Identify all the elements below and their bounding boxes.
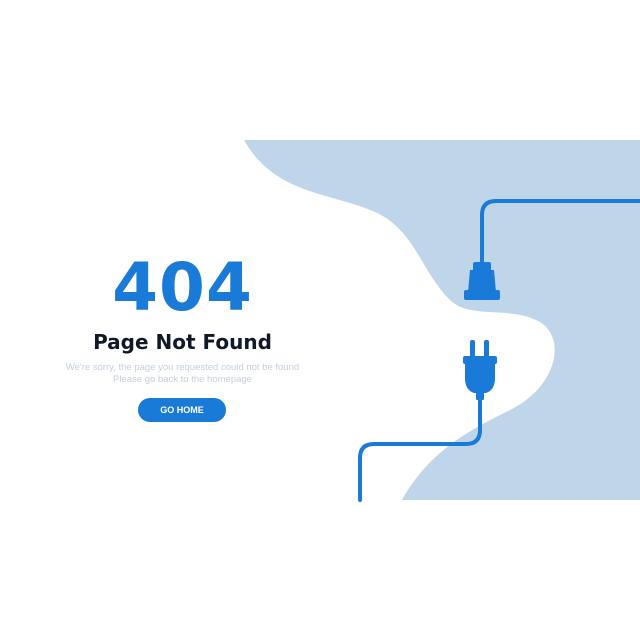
error-message-line-2: Please go back to the homepage [113, 374, 252, 385]
error-message: We're sorry, the page you requested coul… [40, 362, 325, 386]
power-plug-icon [463, 340, 497, 400]
page-title: Page Not Found [93, 330, 272, 354]
go-home-button[interactable]: GO HOME [138, 398, 226, 422]
error-page: 404 Page Not Found We're sorry, the page… [0, 0, 640, 640]
disconnected-plug-illustration [244, 140, 640, 502]
error-code: 404 [112, 249, 253, 326]
error-message-line-1: We're sorry, the page you requested coul… [65, 362, 300, 373]
